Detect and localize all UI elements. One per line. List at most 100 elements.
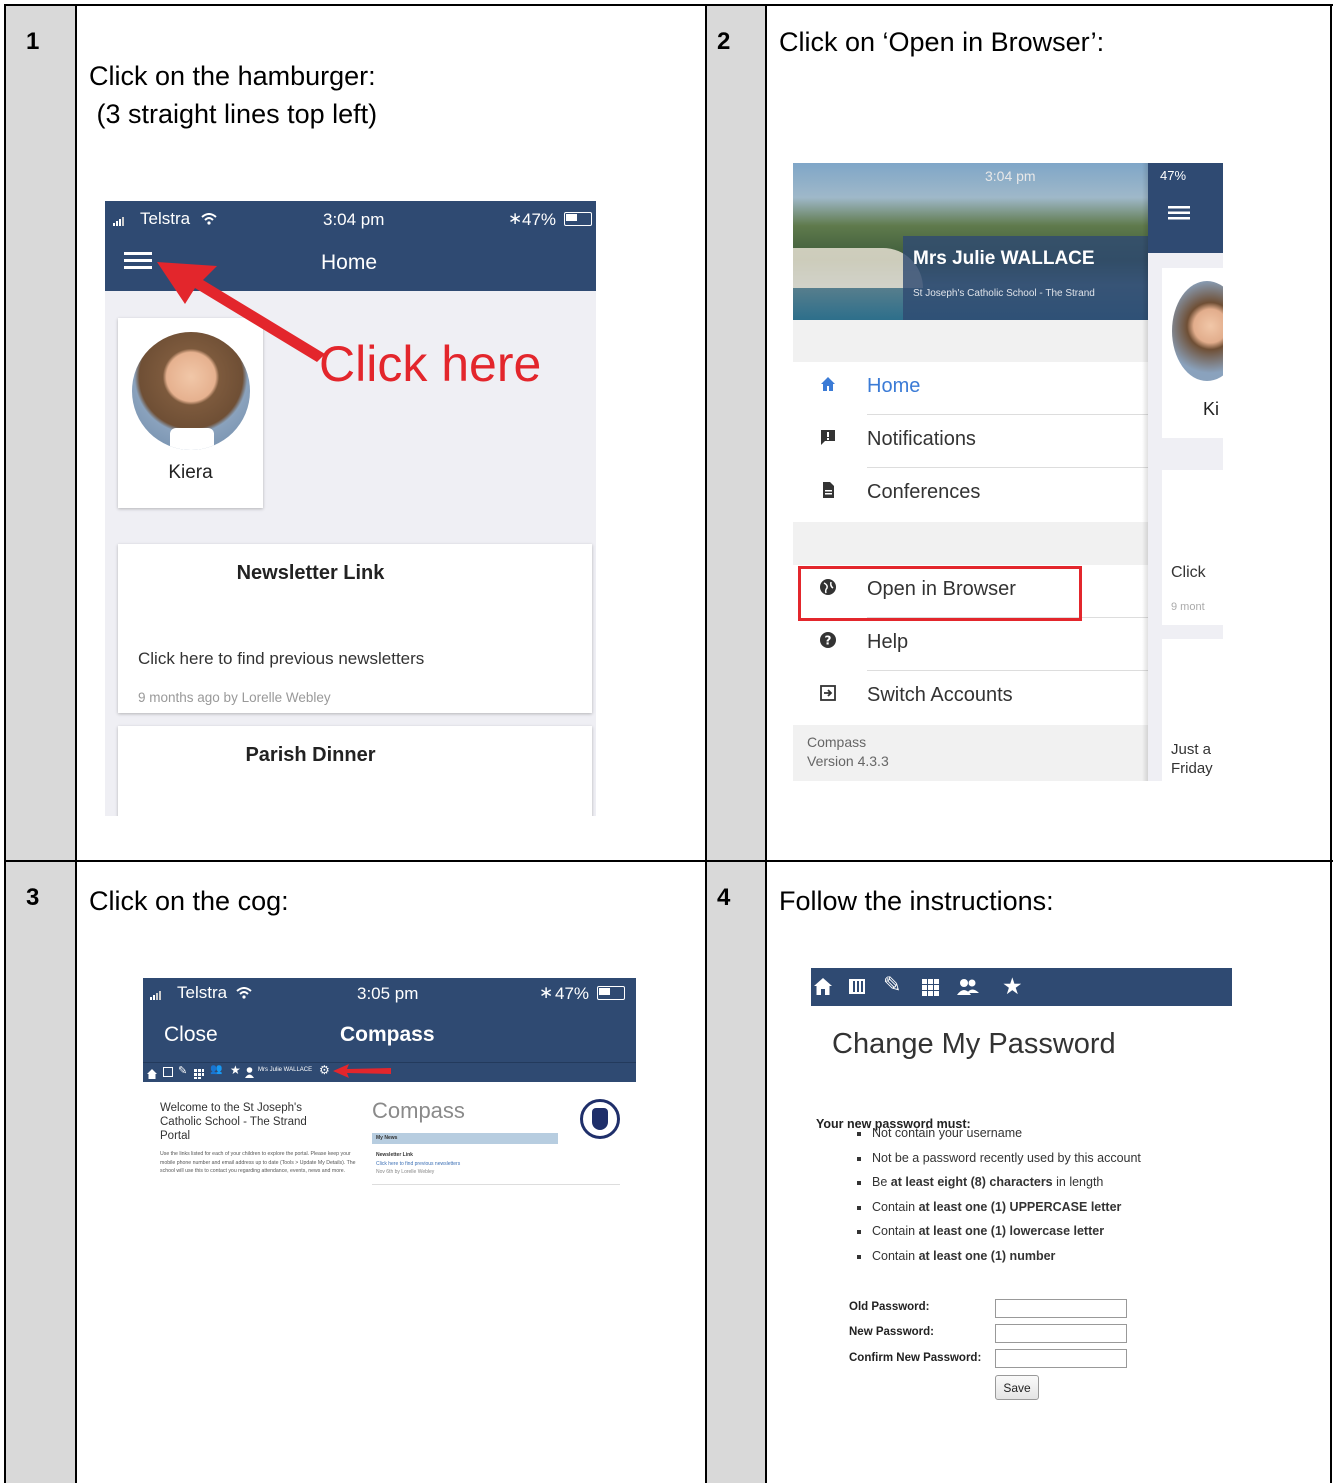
people-icon[interactable]	[957, 978, 979, 1000]
battery-icon	[564, 212, 592, 226]
confirm-password-label: Confirm New Password:	[849, 1352, 982, 1364]
new-password-field[interactable]	[995, 1324, 1127, 1343]
bluetooth-icon: ∗	[539, 983, 554, 1002]
table-border-left	[4, 4, 6, 1483]
wifi-icon	[201, 212, 217, 228]
peek-name: Ki	[1203, 399, 1220, 419]
notification-icon	[817, 428, 839, 450]
step-number-2: 2	[717, 28, 731, 55]
password-toolbar: ✎ ★	[811, 968, 1232, 1006]
table-divider-2	[705, 4, 707, 1483]
table-divider-3	[765, 4, 767, 1483]
pencil-icon[interactable]: ✎	[883, 972, 901, 998]
star-icon[interactable]: ★	[1002, 973, 1023, 1000]
rule-uppercase: Contain at least one (1) UPPERCASE lette…	[856, 1200, 1122, 1214]
rule-length-prefix: Be	[872, 1175, 891, 1189]
red-arrow-icon	[157, 262, 325, 362]
toolbar-home-icon[interactable]	[147, 1066, 157, 1084]
menu-item-notifications[interactable]: Notifications	[793, 415, 1148, 468]
toolbar-pencil-icon[interactable]: ✎	[178, 1064, 187, 1077]
table-border-right	[1330, 4, 1332, 1483]
news-title: Newsletter Link	[376, 1152, 413, 1158]
step-4-instruction: Follow the instructions:	[779, 886, 1054, 916]
close-button[interactable]: Close	[164, 1023, 218, 1047]
old-password-field[interactable]	[995, 1299, 1127, 1318]
toolbar-people-icon[interactable]: 👥	[210, 1064, 222, 1075]
peek-meta: 9 mont	[1171, 601, 1205, 613]
step-number-1: 1	[26, 28, 40, 55]
hamburger-icon[interactable]	[124, 252, 152, 270]
toolbar-star-icon[interactable]: ★	[230, 1063, 241, 1077]
rule-length-strong: at least eight (8) characters	[890, 1175, 1053, 1189]
new-password-label: New Password:	[849, 1326, 934, 1338]
rule-lowercase: Contain at least one (1) lowercase lette…	[856, 1224, 1105, 1238]
peek-battery-label: 47%	[1160, 168, 1187, 183]
compass-brand: Compass	[372, 1098, 465, 1123]
parish-card[interactable]: Parish Dinner	[118, 726, 592, 816]
carrier-label: Telstra	[140, 209, 191, 228]
my-news-label: My News	[376, 1135, 398, 1141]
newsletter-title: Newsletter Link	[236, 562, 385, 584]
step-1-instruction-line2: (3 straight lines top left)	[89, 99, 378, 129]
rule-lowercase-prefix: Contain	[872, 1224, 919, 1238]
menu-item-conferences[interactable]: Conferences	[793, 468, 1148, 521]
switch-icon	[817, 684, 839, 706]
cog-icon[interactable]: ⚙	[319, 1063, 330, 1077]
newsletter-body[interactable]: Click here to find previous newsletters	[138, 649, 424, 669]
calendar-icon[interactable]	[849, 979, 865, 994]
peek-just: Just a	[1171, 741, 1212, 758]
drawer-time: 3:04 pm	[985, 168, 1036, 184]
drawer-school: St Joseph's Catholic School - The Strand	[913, 288, 1095, 299]
status-time: 3:04 pm	[323, 210, 385, 229]
screenshot-compass-browser: Telstra 3:05 pm ∗ 47% Close Compass ✎ 👥 …	[143, 978, 636, 1192]
toolbar-grid-icon[interactable]	[194, 1066, 204, 1084]
toolbar-calendar-icon[interactable]	[163, 1067, 173, 1077]
confirm-password-field[interactable]	[995, 1349, 1127, 1368]
rule-lowercase-strong: at least one (1) lowercase letter	[918, 1224, 1105, 1238]
toolbar-user-name[interactable]: Mrs Julie WALLACE	[258, 1067, 312, 1073]
news-link[interactable]: Click here to find previous newsletters	[376, 1161, 460, 1167]
rule-number-strong: at least one (1) number	[918, 1249, 1056, 1263]
drawer-user-name: Mrs Julie WALLACE	[913, 248, 1095, 269]
password-heading: Change My Password	[832, 1028, 1116, 1060]
menu-item-switch-accounts[interactable]: Switch Accounts	[793, 671, 1148, 724]
welcome-info: Use the links listed for each of your ch…	[160, 1151, 356, 1174]
rule-uppercase-prefix: Contain	[872, 1200, 919, 1214]
toolbar-user-icon[interactable]	[245, 1065, 254, 1083]
table-divider-1	[75, 4, 77, 1483]
table-border-middle	[4, 860, 1333, 862]
menu-item-help[interactable]: ? Help	[793, 618, 1148, 671]
step-number-3: 3	[26, 884, 40, 911]
compass-title: Compass	[340, 1023, 435, 1046]
rule-recent: Not be a password recently used by this …	[857, 1151, 1141, 1165]
wifi-icon	[236, 986, 252, 1004]
school-crest-icon	[580, 1099, 620, 1139]
home-icon[interactable]	[814, 978, 832, 1000]
step-3-instruction: Click on the cog:	[89, 886, 289, 916]
drawer-footer-version: Version 4.3.3	[807, 753, 889, 769]
news-meta: Nov 6th by Lorelle Webley	[376, 1169, 435, 1175]
drawer-header: 3:04 pm Mrs Julie WALLACE St Joseph's Ca…	[793, 163, 1148, 320]
drawer-user-box: Mrs Julie WALLACE St Joseph's Catholic S…	[903, 236, 1148, 320]
peek-friday: Friday	[1171, 760, 1213, 777]
battery-label: 47%	[555, 984, 590, 1003]
step-2-instruction: Click on ‘Open in Browser’:	[779, 27, 1105, 57]
rule-length-suffix: in length	[1052, 1175, 1104, 1189]
save-button[interactable]: Save	[995, 1375, 1039, 1400]
newsletter-card[interactable]: Newsletter Link Click here to find previ…	[118, 544, 592, 713]
student-name: Kiera	[168, 462, 213, 483]
rule-username: Not contain your username	[856, 1126, 1023, 1140]
rule-number-prefix: Contain	[872, 1249, 919, 1263]
rule-length: Be at least eight (8) characters in leng…	[856, 1175, 1104, 1189]
menu-item-home[interactable]: Home	[793, 362, 1148, 415]
grid-icon[interactable]	[922, 979, 939, 1001]
peek-hamburger-icon[interactable]	[1168, 206, 1190, 225]
click-here-annotation: Click here	[319, 336, 542, 392]
screenshot-home: Telstra 3:04 pm ∗ 47% Home Kiera Click h…	[105, 201, 596, 816]
battery-icon	[597, 986, 625, 1000]
parish-title: Parish Dinner	[245, 744, 376, 766]
open-in-browser-highlight	[798, 566, 1082, 621]
home-icon	[817, 375, 839, 397]
rule-uppercase-strong: at least one (1) UPPERCASE letter	[918, 1200, 1122, 1214]
carrier-label: Telstra	[177, 983, 228, 1002]
